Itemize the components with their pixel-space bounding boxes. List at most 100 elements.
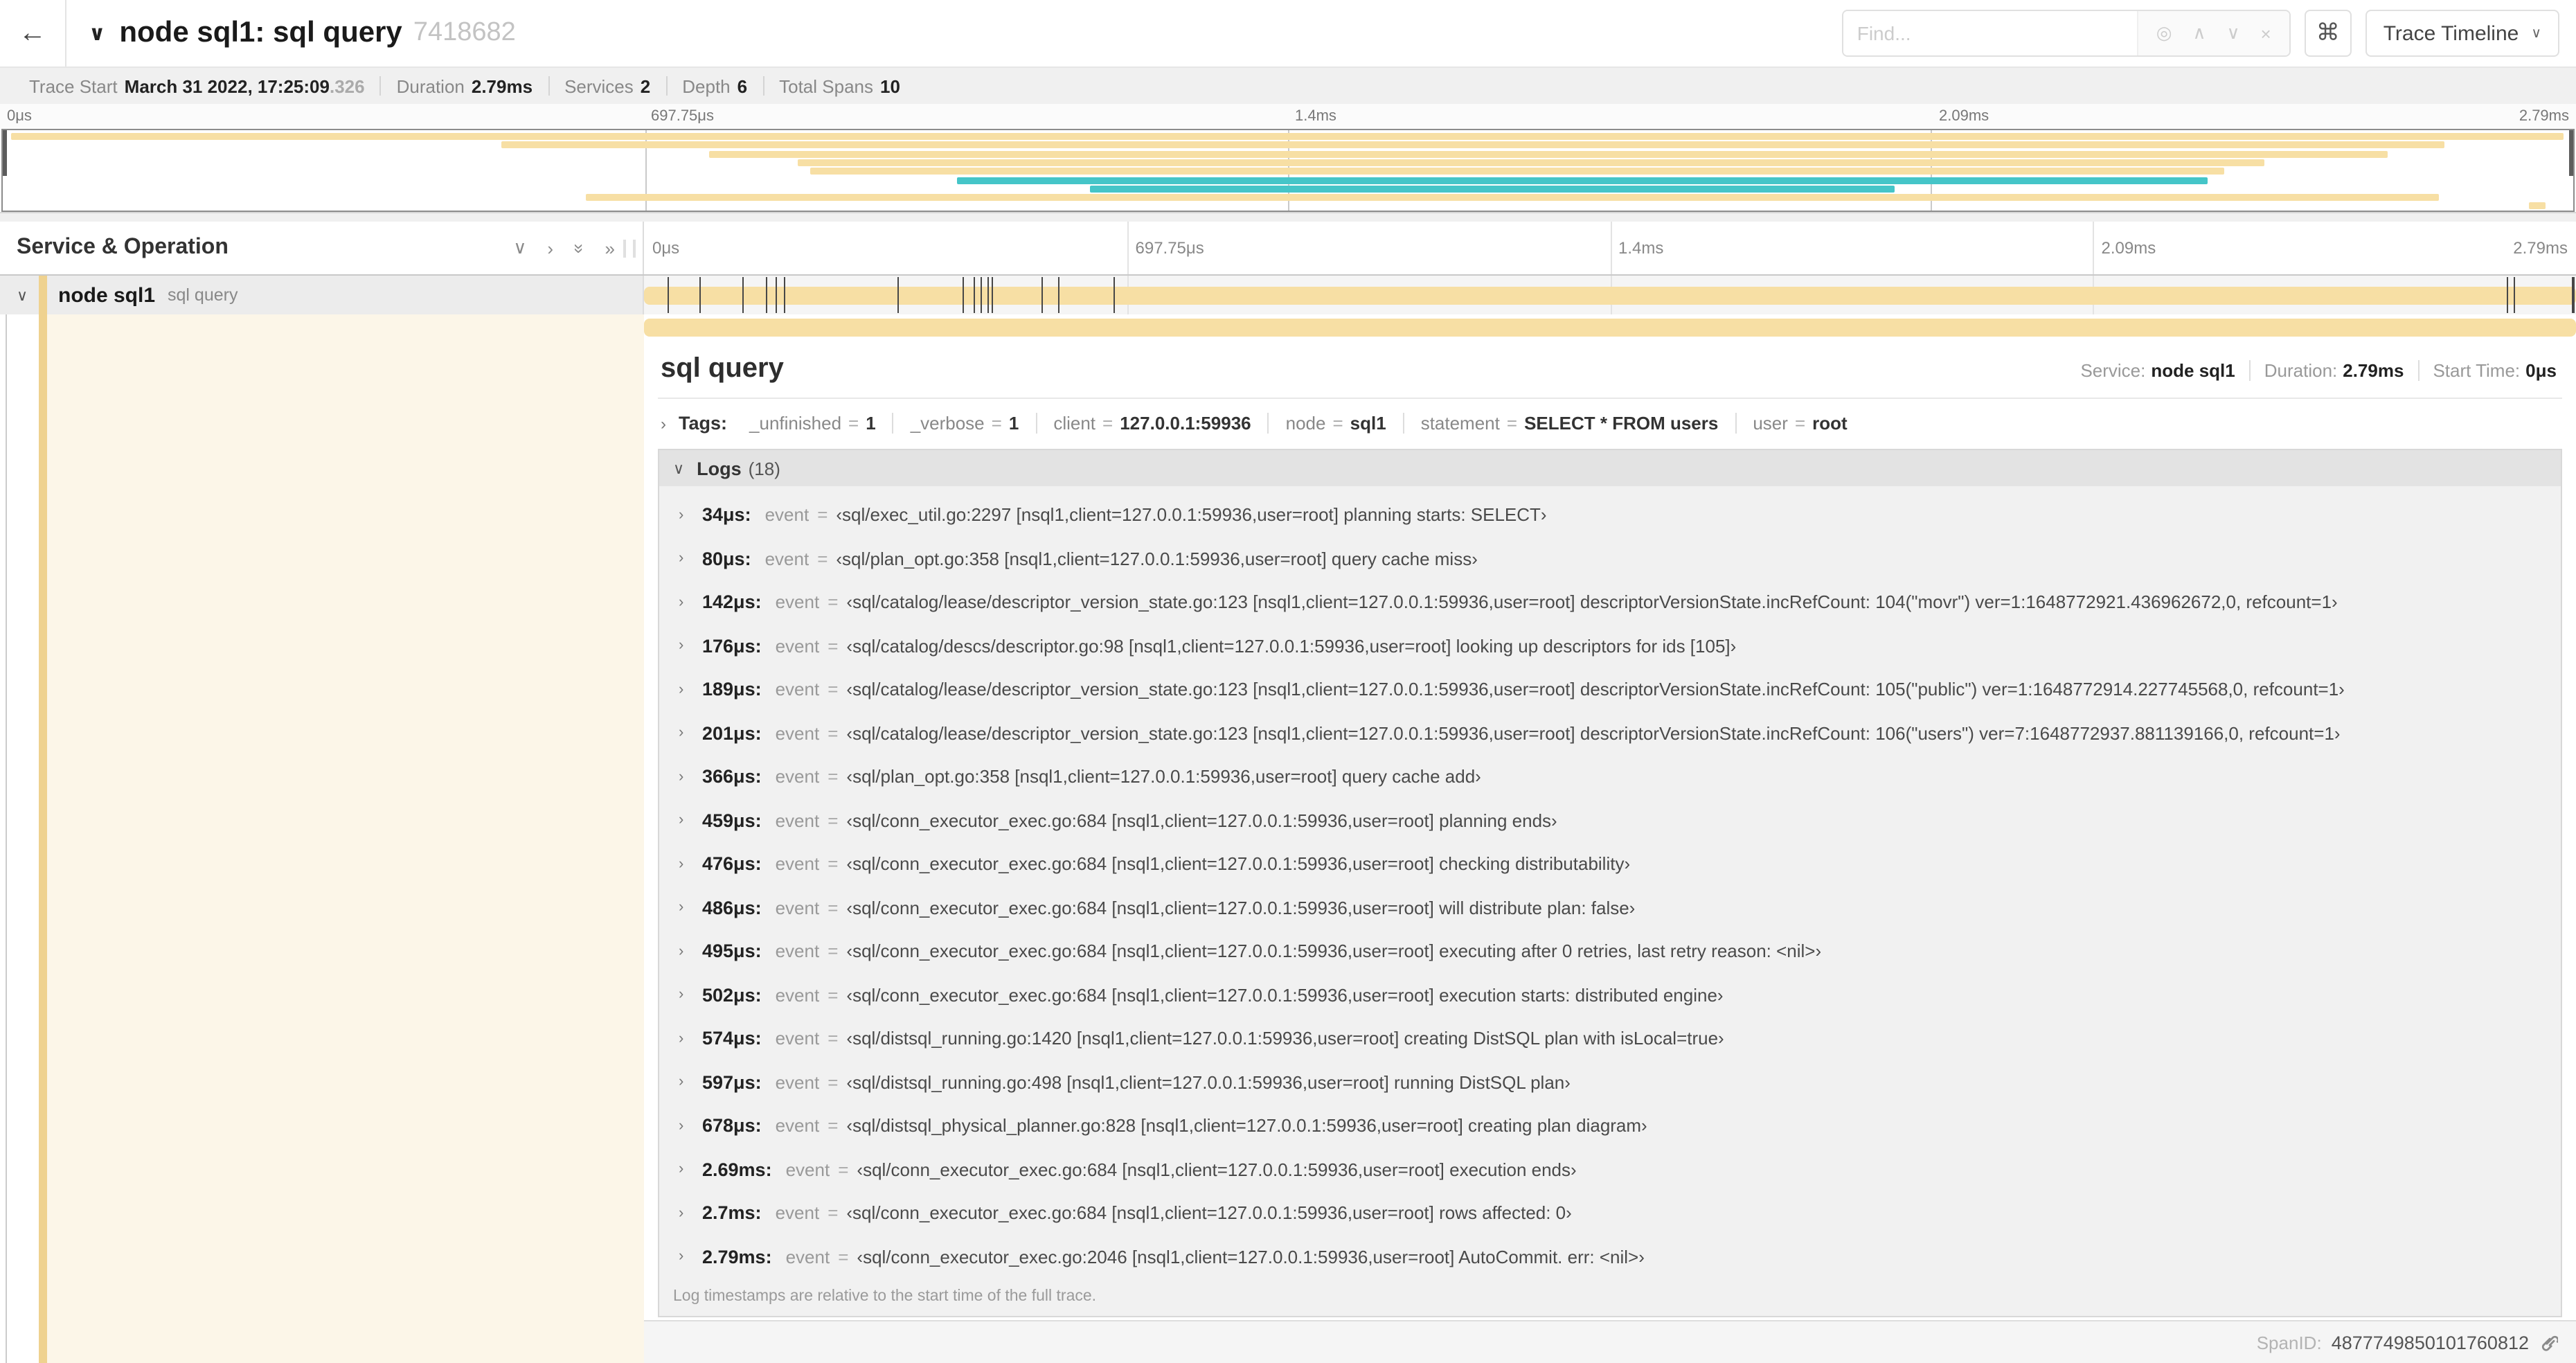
ruler-tick-label: 1.4ms bbox=[1618, 238, 1664, 258]
find-prev-icon[interactable]: ∧ bbox=[2192, 22, 2206, 44]
deep-link-icon[interactable] bbox=[2539, 1333, 2558, 1352]
log-expand-chevron-right-icon[interactable]: › bbox=[679, 1031, 702, 1047]
log-row[interactable]: › 176μs: event = ‹sql/catalog/descs/desc… bbox=[659, 624, 2561, 668]
trace-view-select[interactable]: Trace Timeline ∨ bbox=[2365, 10, 2559, 57]
log-row[interactable]: › 574μs: event = ‹sql/distsql_running.go… bbox=[659, 1017, 2561, 1060]
log-expand-chevron-right-icon[interactable]: › bbox=[679, 594, 702, 611]
log-expand-chevron-right-icon[interactable]: › bbox=[679, 682, 702, 698]
log-event-value: ‹sql/catalog/lease/descriptor_version_st… bbox=[846, 679, 2345, 700]
log-row[interactable]: › 597μs: event = ‹sql/distsql_running.go… bbox=[659, 1060, 2561, 1104]
locate-target-icon[interactable]: ◎ bbox=[2156, 22, 2172, 44]
log-row[interactable]: › 2.7ms: event = ‹sql/conn_executor_exec… bbox=[659, 1191, 2561, 1235]
expand-all-icon[interactable]: » bbox=[605, 238, 615, 258]
tag-pill: statement = SELECT * FROM users bbox=[1404, 413, 1737, 434]
collapse-one-icon[interactable]: ∨ bbox=[513, 237, 526, 259]
log-expand-chevron-right-icon[interactable]: › bbox=[679, 1205, 702, 1222]
find-input[interactable] bbox=[1843, 11, 2137, 55]
meta-value: node sql1 bbox=[2151, 360, 2235, 381]
log-row[interactable]: › 366μs: event = ‹sql/plan_opt.go:358 [n… bbox=[659, 755, 2561, 799]
log-row[interactable]: › 502μs: event = ‹sql/conn_executor_exec… bbox=[659, 973, 2561, 1017]
meta-label: Start Time: bbox=[2433, 360, 2521, 381]
log-event-value: ‹sql/conn_executor_exec.go:684 [nsql1,cl… bbox=[857, 1159, 1577, 1180]
logs-header[interactable]: ∨ Logs (18) bbox=[659, 450, 2561, 486]
find-clear-icon[interactable]: × bbox=[2261, 23, 2271, 44]
log-expand-chevron-right-icon[interactable]: › bbox=[679, 551, 702, 567]
tag-key: user bbox=[1753, 413, 1788, 434]
tag-value: root bbox=[1812, 413, 1848, 434]
detail-color-stripe bbox=[39, 314, 47, 1363]
trace-title-group[interactable]: ∨ node sql1: sql query 7418682 bbox=[89, 17, 1842, 50]
stat-item: Depth 6 bbox=[667, 75, 764, 96]
log-equals: = bbox=[828, 941, 839, 962]
minimap-tick-label: 697.75μs bbox=[651, 108, 714, 125]
minimap-span-bar bbox=[709, 150, 2388, 158]
log-row[interactable]: › 486μs: event = ‹sql/conn_executor_exec… bbox=[659, 886, 2561, 929]
log-expand-chevron-right-icon[interactable]: › bbox=[679, 725, 702, 742]
log-equals: = bbox=[838, 1159, 849, 1180]
collapse-all-icon[interactable]: » bbox=[569, 243, 589, 253]
span-row[interactable]: ∨ node sql1 sql query bbox=[0, 276, 2576, 314]
log-row[interactable]: › 142μs: event = ‹sql/catalog/lease/desc… bbox=[659, 580, 2561, 624]
tag-equals: = bbox=[848, 413, 859, 434]
log-event-value: ‹sql/distsql_running.go:498 [nsql1,clien… bbox=[846, 1071, 1571, 1093]
expand-one-icon[interactable]: › bbox=[547, 238, 553, 258]
span-collapse-chevron-down-icon[interactable]: ∨ bbox=[17, 286, 33, 304]
log-timestamp: 597μs: bbox=[702, 1071, 762, 1093]
log-expand-chevron-right-icon[interactable]: › bbox=[679, 507, 702, 524]
back-button[interactable]: ← bbox=[0, 0, 66, 66]
log-row[interactable]: › 459μs: event = ‹sql/conn_executor_exec… bbox=[659, 799, 2561, 842]
log-expand-chevron-right-icon[interactable]: › bbox=[679, 943, 702, 960]
detail-header: sql query Service: node sql1 Duration: 2.79… bbox=[658, 339, 2562, 399]
span-list-header: Service & Operation ∨ › » » 0μs 697.75μs 1… bbox=[0, 222, 2576, 276]
log-expand-chevron-right-icon[interactable]: › bbox=[679, 987, 702, 1004]
log-expand-chevron-right-icon[interactable]: › bbox=[679, 769, 702, 785]
log-equals: = bbox=[828, 853, 839, 875]
log-row[interactable]: › 34μs: event = ‹sql/exec_util.go:2297 [… bbox=[659, 493, 2561, 537]
span-duration-bar[interactable] bbox=[644, 287, 2576, 305]
log-row[interactable]: › 476μs: event = ‹sql/conn_executor_exec… bbox=[659, 842, 2561, 886]
log-expand-chevron-right-icon[interactable]: › bbox=[679, 1249, 702, 1265]
find-next-icon[interactable]: ∨ bbox=[2227, 22, 2240, 44]
log-marker-tick bbox=[1041, 277, 1044, 313]
minimap-right-scrubber[interactable] bbox=[2569, 130, 2573, 176]
log-expand-chevron-right-icon[interactable]: › bbox=[679, 1161, 702, 1178]
log-timestamp: 80μs: bbox=[702, 548, 751, 569]
gutter-line bbox=[6, 314, 7, 1363]
log-expand-chevron-right-icon[interactable]: › bbox=[679, 1118, 702, 1134]
stat-item: Trace Start March 31 2022, 17:25:09 .326 bbox=[14, 75, 382, 96]
span-row-name-cell[interactable]: ∨ node sql1 sql query bbox=[0, 276, 644, 314]
log-row[interactable]: › 189μs: event = ‹sql/catalog/lease/desc… bbox=[659, 668, 2561, 711]
keyboard-shortcuts-button[interactable]: ⌘ bbox=[2304, 10, 2352, 57]
log-expand-chevron-right-icon[interactable]: › bbox=[679, 856, 702, 873]
detail-meta-item: Service: node sql1 bbox=[2066, 360, 2251, 381]
log-row[interactable]: › 678μs: event = ‹sql/distsql_physical_p… bbox=[659, 1104, 2561, 1148]
logs-collapse-chevron-down-icon[interactable]: ∨ bbox=[673, 459, 684, 477]
span-row-timeline-cell[interactable] bbox=[644, 276, 2576, 314]
log-expand-chevron-right-icon[interactable]: › bbox=[679, 638, 702, 654]
log-row[interactable]: › 2.79ms: event = ‹sql/conn_executor_exe… bbox=[659, 1235, 2561, 1279]
log-row[interactable]: › 80μs: event = ‹sql/plan_opt.go:358 [ns… bbox=[659, 537, 2561, 580]
minimap-canvas[interactable] bbox=[1, 129, 2575, 212]
log-timestamp: 486μs: bbox=[702, 897, 762, 918]
minimap-span-bar bbox=[810, 168, 2224, 175]
tag-equals: = bbox=[1102, 413, 1113, 434]
log-marker-tick bbox=[2514, 277, 2516, 313]
log-expand-chevron-right-icon[interactable]: › bbox=[679, 812, 702, 829]
log-row[interactable]: › 2.69ms: event = ‹sql/conn_executor_exe… bbox=[659, 1148, 2561, 1191]
tag-pill: _unfinished = 1 bbox=[733, 413, 894, 434]
log-event-value: ‹sql/plan_opt.go:358 [nsql1,client=127.0… bbox=[836, 548, 1478, 569]
column-resize-grip[interactable] bbox=[623, 240, 636, 258]
log-field-name: event bbox=[764, 548, 810, 569]
tags-row[interactable]: › Tags: _unfinished = 1 _verbose = 1 client = 12… bbox=[658, 399, 2562, 443]
stat-label: Depth bbox=[682, 75, 731, 96]
log-marker-tick bbox=[897, 277, 900, 313]
tags-expand-chevron-right-icon[interactable]: › bbox=[661, 413, 666, 433]
log-row[interactable]: › 201μs: event = ‹sql/catalog/lease/desc… bbox=[659, 711, 2561, 755]
log-expand-chevron-right-icon[interactable]: › bbox=[679, 1074, 702, 1091]
minimap-left-scrubber[interactable] bbox=[3, 130, 7, 176]
span-color-stripe bbox=[39, 276, 47, 314]
log-row[interactable]: › 495μs: event = ‹sql/conn_executor_exec… bbox=[659, 929, 2561, 973]
tag-key: _unfinished bbox=[749, 413, 842, 434]
log-equals: = bbox=[828, 984, 839, 1006]
log-expand-chevron-right-icon[interactable]: › bbox=[679, 900, 702, 916]
